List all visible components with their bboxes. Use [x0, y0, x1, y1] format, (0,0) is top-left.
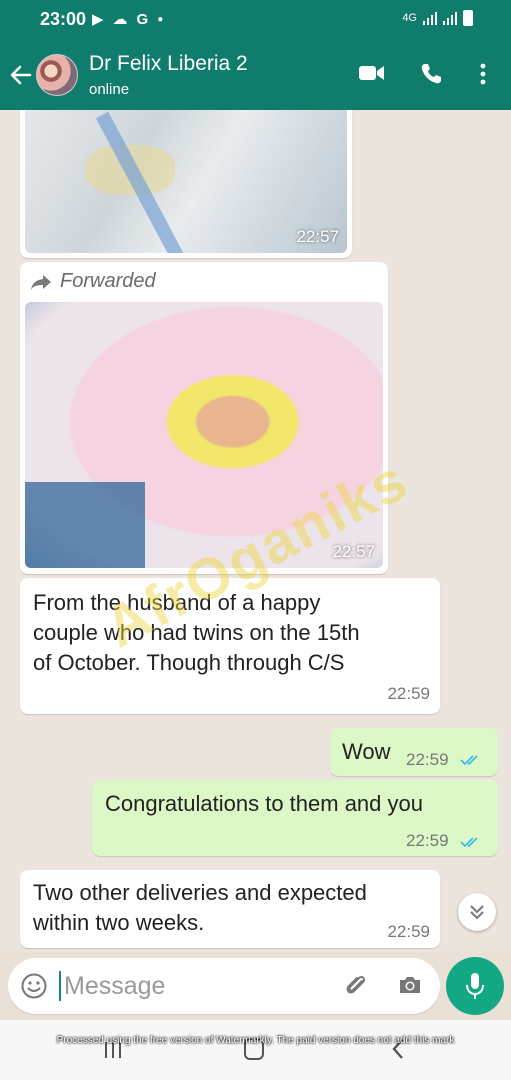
message-timestamp: 22:59	[387, 922, 430, 941]
status-system-icons: 4G	[402, 10, 473, 26]
incoming-message[interactable]: From the husband of a happy couple who h…	[20, 578, 440, 714]
read-ticks-icon	[460, 837, 478, 848]
battery-icon	[463, 10, 473, 26]
system-navigation-bar	[0, 1020, 511, 1080]
outgoing-message[interactable]: Congratulations to them and you 22:59	[92, 780, 498, 856]
text-cursor	[59, 971, 61, 1001]
message-text: Wow	[342, 739, 391, 764]
phone-icon[interactable]	[419, 62, 443, 86]
message-line: From the husband of a happy	[33, 590, 321, 615]
image-message[interactable]: 22:57	[20, 110, 352, 258]
contact-name[interactable]: Dr Felix Liberia 2	[89, 52, 248, 76]
message-input[interactable]	[64, 968, 324, 1004]
status-notification-icons: ▶ ☁ G ●	[92, 10, 164, 29]
status-bar: 23:00 ▶ ☁ G ● 4G	[0, 0, 511, 40]
emoji-icon[interactable]	[20, 972, 48, 1000]
message-timestamp: 22:59	[406, 750, 449, 769]
message-text: Two other deliveries and expected within…	[33, 878, 367, 938]
dot-icon: ●	[157, 13, 164, 25]
forwarded-text: Forwarded	[60, 270, 156, 292]
google-icon: G	[136, 10, 149, 28]
image-timestamp: 22:57	[296, 227, 339, 246]
message-line: Two other deliveries and expected	[33, 880, 367, 905]
play-icon: ▶	[92, 11, 104, 28]
status-time: 23:00	[40, 9, 87, 29]
incoming-message[interactable]: Two other deliveries and expected within…	[20, 870, 440, 948]
watermark-text: Processed using the free version of Wate…	[56, 1035, 455, 1046]
mic-icon	[466, 973, 484, 999]
message-line: couple who had twins on the 15th	[33, 620, 360, 645]
attach-icon[interactable]	[342, 972, 370, 1000]
forwarded-label: Forwarded	[30, 270, 156, 293]
image-timestamp: 22:57	[332, 542, 375, 561]
message-text: Congratulations to them and you	[105, 791, 423, 816]
message-line: within two weeks.	[33, 910, 205, 935]
scroll-to-bottom-button[interactable]	[458, 893, 496, 931]
video-call-icon[interactable]	[358, 62, 386, 84]
camera-icon[interactable]	[397, 973, 423, 997]
chat-area[interactable]: 22:57 Forwarded 22:57 From the husband o…	[0, 110, 511, 952]
forward-icon	[31, 274, 51, 290]
message-composer	[8, 958, 440, 1014]
network-type: 4G	[402, 12, 417, 24]
read-ticks-icon	[460, 755, 478, 766]
signal-icon	[423, 11, 437, 25]
signal-icon-2	[443, 11, 457, 25]
outgoing-message[interactable]: Wow 22:59	[330, 728, 498, 776]
contact-status: online	[89, 81, 130, 98]
baby-photo[interactable]: 22:57	[25, 110, 347, 253]
cloud-icon: ☁	[112, 11, 128, 28]
back-arrow-icon[interactable]	[8, 60, 34, 90]
message-timestamp: 22:59	[387, 684, 430, 703]
voice-record-button[interactable]	[446, 957, 504, 1015]
forwarded-image-message[interactable]: Forwarded 22:57	[20, 262, 388, 574]
avatar[interactable]	[36, 54, 78, 96]
chevron-double-down-icon	[470, 905, 484, 920]
more-options-icon[interactable]	[478, 62, 488, 86]
newborn-photo[interactable]: 22:57	[25, 302, 383, 568]
chat-header: Dr Felix Liberia 2 online	[0, 40, 511, 110]
message-timestamp: 22:59	[406, 831, 449, 850]
message-text: From the husband of a happy couple who h…	[33, 588, 360, 678]
message-line: of October. Though through C/S	[33, 650, 345, 675]
